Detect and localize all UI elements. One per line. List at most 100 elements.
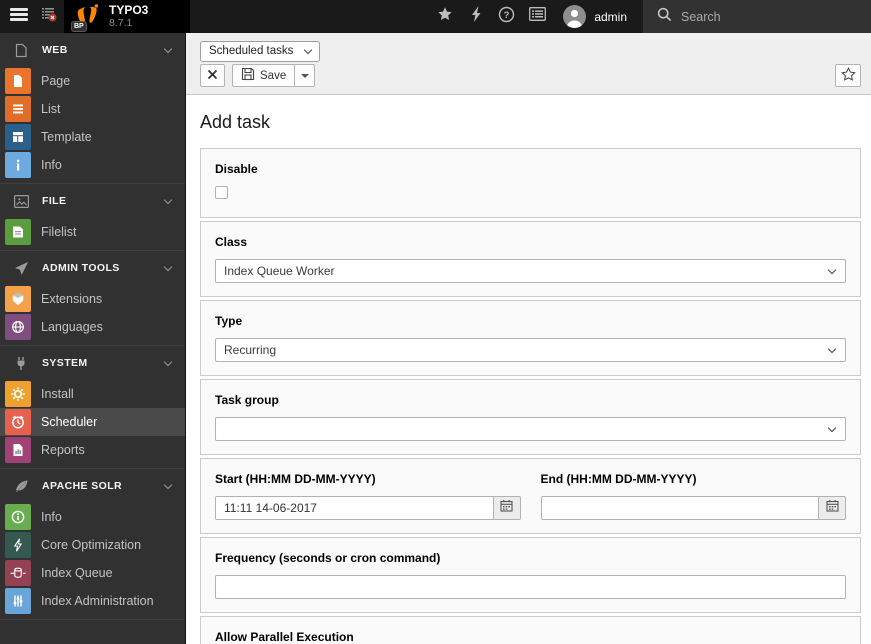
clear-cache-button[interactable] — [460, 0, 491, 33]
template-module-icon — [5, 124, 31, 150]
chevron-down-icon — [163, 262, 173, 271]
sidebar-item-languages[interactable]: Languages — [0, 313, 185, 341]
module-body: Add task Disable Class Index Queue Worke… — [186, 95, 871, 644]
form-section-task-group: Task group — [200, 379, 861, 455]
module-section-header-web[interactable]: WEB — [0, 33, 185, 67]
list-module-icon — [5, 96, 31, 122]
sidebar-item-info[interactable]: Info — [0, 151, 185, 179]
hamburger-icon — [10, 7, 28, 26]
class-select[interactable]: Index Queue Worker — [215, 259, 846, 283]
calendar-icon — [500, 499, 513, 517]
module-section-file: FILE Filelist — [0, 183, 185, 250]
plug-icon — [13, 356, 29, 371]
close-button[interactable] — [200, 64, 225, 87]
system-information-button[interactable] — [522, 0, 553, 33]
disable-checkbox[interactable] — [215, 186, 228, 199]
user-menu[interactable]: admin — [553, 0, 643, 33]
languages-module-icon — [5, 314, 31, 340]
solr-info-module-icon — [5, 504, 31, 530]
install-module-icon — [5, 381, 31, 407]
svg-text:?: ? — [504, 10, 510, 21]
sidebar-item-solr-info[interactable]: Info — [0, 503, 185, 531]
help-button[interactable]: ? — [491, 0, 522, 33]
chevron-down-icon — [163, 44, 173, 53]
chevron-down-icon — [827, 265, 837, 274]
field-label: End (HH:MM DD-MM-YYYY) — [540, 472, 697, 486]
toolbar-search — [643, 0, 871, 33]
sidebar-item-extensions[interactable]: Extensions — [0, 285, 185, 313]
form-section-parallel: Allow Parallel Execution — [200, 616, 861, 644]
field-label: Allow Parallel Execution — [215, 630, 354, 644]
type-select[interactable]: Recurring — [215, 338, 846, 362]
index-queue-module-icon — [5, 560, 31, 586]
end-date-picker-button[interactable] — [819, 496, 846, 520]
product-version: 8.7.1 — [109, 17, 133, 29]
field-label: Class — [215, 235, 248, 249]
sidebar-item-filelist[interactable]: Filelist — [0, 218, 185, 246]
chevron-down-icon — [163, 357, 173, 366]
end-date-input[interactable] — [540, 496, 819, 520]
task-group-select[interactable] — [215, 417, 846, 441]
typo3-logo[interactable]: BP TYPO3 8.7.1 — [64, 0, 190, 33]
field-label: Start (HH:MM DD-MM-YYYY) — [215, 472, 376, 486]
save-button[interactable]: Save — [232, 64, 296, 87]
form-section-start-end: Start (HH:MM DD-MM-YYYY) End (HH:MM DD-M… — [200, 458, 861, 534]
product-name: TYPO3 — [109, 3, 149, 17]
search-icon — [657, 7, 672, 27]
solr-feather-icon — [13, 479, 29, 494]
system-log-button[interactable] — [34, 0, 64, 33]
form-section-type: Type Recurring — [200, 300, 861, 376]
chevron-down-icon — [304, 45, 313, 54]
chevron-down-icon — [827, 344, 837, 353]
start-date-picker-button[interactable] — [493, 496, 521, 520]
module-function-select[interactable]: Scheduled tasks — [200, 40, 321, 62]
file-image-icon — [13, 194, 29, 208]
content-area: Scheduled tasks Save Add task Disable Cl… — [186, 33, 871, 644]
bookmark-button[interactable] — [835, 64, 861, 87]
web-document-icon — [13, 43, 29, 58]
start-date-input[interactable] — [215, 496, 494, 520]
frequency-input[interactable] — [215, 575, 846, 599]
sidebar-item-core-optimization[interactable]: Core Optimization — [0, 531, 185, 559]
form-section-frequency: Frequency (seconds or cron command) — [200, 537, 861, 613]
scheduler-module-icon — [5, 409, 31, 435]
index-administration-module-icon — [5, 588, 31, 614]
field-label: Frequency (seconds or cron command) — [215, 551, 441, 565]
sidebar-item-install[interactable]: Install — [0, 380, 185, 408]
search-input[interactable] — [681, 9, 831, 24]
log-error-badge-icon — [41, 6, 57, 27]
field-label: Disable — [215, 162, 258, 176]
sidebar-item-reports[interactable]: Reports — [0, 436, 185, 464]
module-section-header-file[interactable]: FILE — [0, 184, 185, 218]
save-options-button[interactable] — [294, 64, 316, 87]
module-section-header-admin-tools[interactable]: ADMIN TOOLS — [0, 251, 185, 285]
module-section-header-apache-solr[interactable]: APACHE SOLR — [0, 469, 185, 503]
sidebar-item-list[interactable]: List — [0, 95, 185, 123]
star-icon — [437, 6, 453, 27]
close-icon — [207, 69, 218, 83]
sidebar-item-scheduler[interactable]: Scheduler — [0, 408, 185, 436]
module-section-header-system[interactable]: SYSTEM — [0, 346, 185, 380]
save-floppy-icon — [241, 67, 255, 84]
form-section-class: Class Index Queue Worker — [200, 221, 861, 297]
sidebar-item-index-administration[interactable]: Index Administration — [0, 587, 185, 615]
page-title: Add task — [200, 112, 271, 132]
module-section-admin-tools: ADMIN TOOLS Extensions Languages — [0, 250, 185, 345]
username-label: admin — [594, 9, 627, 24]
filelist-module-icon — [5, 219, 31, 245]
bookmarks-button[interactable] — [429, 0, 460, 33]
rocket-icon — [13, 261, 29, 276]
reports-module-icon — [5, 437, 31, 463]
module-section-system: SYSTEM Install Scheduler Reports — [0, 345, 185, 468]
field-label: Task group — [215, 393, 279, 407]
chevron-down-icon — [163, 195, 173, 204]
sidebar-item-index-queue[interactable]: Index Queue — [0, 559, 185, 587]
form-section-disable: Disable — [200, 148, 861, 218]
sidebar-item-template[interactable]: Template — [0, 123, 185, 151]
chevron-down-icon — [827, 423, 837, 432]
page-module-icon — [5, 68, 31, 94]
menu-toggle-button[interactable] — [4, 0, 34, 33]
topbar: BP TYPO3 8.7.1 ? admin — [0, 0, 871, 33]
logo-bp-badge: BP — [71, 20, 87, 32]
sidebar-item-page[interactable]: Page — [0, 67, 185, 95]
